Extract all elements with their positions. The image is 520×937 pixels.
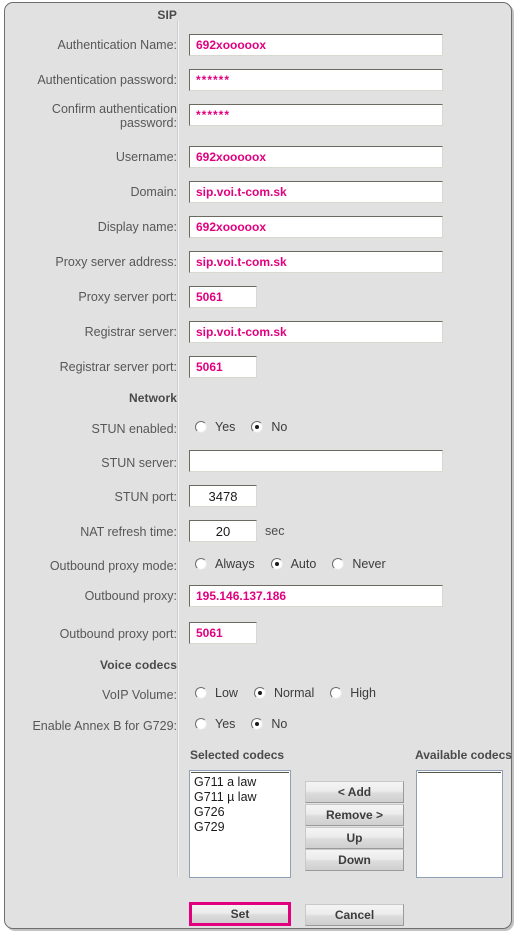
label-domain: Domain: <box>130 185 177 199</box>
listbox-available-codecs[interactable] <box>416 770 503 878</box>
input-display-name[interactable] <box>189 216 443 238</box>
radio-label-volume-low: Low <box>215 686 238 700</box>
input-proxy-server-address[interactable] <box>189 251 443 273</box>
header-available-codecs: Available codecs <box>415 748 512 762</box>
set-button[interactable]: Set <box>189 902 291 926</box>
add-codec-button[interactable]: < Add <box>305 781 404 803</box>
remove-codec-button[interactable]: Remove > <box>305 804 404 826</box>
label-voip-volume: VoIP Volume: <box>102 688 177 702</box>
radio-option-volume-normal[interactable]: Normal <box>253 686 315 700</box>
listbox-selected-codecs[interactable]: G711 a law G711 µ law G726 G729 <box>189 770 291 878</box>
radio-option-outbound-never[interactable]: Never <box>332 557 386 571</box>
move-down-button[interactable]: Down <box>305 849 404 871</box>
label-annex-b: Enable Annex B for G729: <box>32 719 177 733</box>
input-registrar-server[interactable] <box>189 321 443 343</box>
radio-group-stun-enabled[interactable]: Yes No <box>195 420 303 434</box>
radio-label-stun-yes: Yes <box>215 420 236 434</box>
column-separator <box>177 21 179 877</box>
label-outbound-proxy: Outbound proxy: <box>84 589 177 603</box>
radio-icon-outbound-always[interactable] <box>195 558 207 570</box>
radio-label-annexb-yes: Yes <box>215 717 236 731</box>
label-outbound-proxy-mode: Outbound proxy mode: <box>49 559 177 573</box>
radio-icon-annexb-no[interactable] <box>251 718 264 730</box>
radio-option-volume-low[interactable]: Low <box>195 686 238 700</box>
label-authentication-password: Authentication password: <box>37 73 177 87</box>
radio-icon-volume-high[interactable] <box>330 687 343 699</box>
label-stun-server: STUN server: <box>101 456 177 470</box>
input-registrar-server-port[interactable] <box>189 356 257 378</box>
list-item[interactable]: G711 a law <box>194 775 289 790</box>
radio-label-volume-high: High <box>350 686 376 700</box>
input-proxy-server-port[interactable] <box>189 286 257 308</box>
input-nat-refresh-time[interactable] <box>189 520 257 542</box>
radio-icon-stun-no[interactable] <box>251 421 264 433</box>
section-title-network: Network <box>128 391 177 405</box>
radio-icon-outbound-never[interactable] <box>332 558 345 570</box>
unit-label-sec: sec <box>265 524 285 538</box>
label-nat-refresh-time: NAT refresh time: <box>80 525 177 539</box>
section-title-voice-codecs: Voice codecs <box>99 658 177 672</box>
label-stun-enabled: STUN enabled: <box>91 422 177 436</box>
input-authentication-name[interactable] <box>189 34 443 56</box>
radio-option-volume-high[interactable]: High <box>330 686 376 700</box>
radio-label-outbound-auto: Auto <box>290 557 317 571</box>
label-authentication-name: Authentication Name: <box>57 38 177 52</box>
label-proxy-server-port: Proxy server port: <box>78 290 177 304</box>
radio-icon-volume-low[interactable] <box>195 687 207 699</box>
radio-icon-outbound-auto[interactable] <box>270 558 283 570</box>
label-display-name: Display name: <box>97 220 177 234</box>
list-item[interactable]: G726 <box>194 805 289 820</box>
radio-group-annex-b[interactable]: Yes No <box>195 717 303 731</box>
radio-option-outbound-always[interactable]: Always <box>195 557 255 571</box>
label-registrar-server-port: Registrar server port: <box>59 360 177 374</box>
label-stun-port: STUN port: <box>114 490 177 504</box>
label-registrar-server: Registrar server: <box>84 325 177 339</box>
radio-label-outbound-never: Never <box>352 557 386 571</box>
input-authentication-password[interactable] <box>189 69 443 91</box>
input-domain[interactable] <box>189 181 443 203</box>
cancel-button[interactable]: Cancel <box>305 904 404 926</box>
input-outbound-proxy-port[interactable] <box>189 622 257 644</box>
radio-option-annexb-yes[interactable]: Yes <box>195 717 235 731</box>
radio-icon-volume-normal[interactable] <box>253 687 266 699</box>
radio-group-voip-volume[interactable]: Low Normal High <box>195 686 392 700</box>
label-username: Username: <box>115 150 177 164</box>
radio-label-volume-normal: Normal <box>273 686 315 700</box>
input-outbound-proxy[interactable] <box>189 585 443 607</box>
radio-icon-annexb-yes[interactable] <box>195 718 207 730</box>
list-item[interactable]: G711 µ law <box>194 790 289 805</box>
radio-option-outbound-auto[interactable]: Auto <box>270 557 317 571</box>
label-confirm-authentication-password: Confirm authentication password: <box>51 102 177 130</box>
move-up-button[interactable]: Up <box>305 827 404 849</box>
input-confirm-authentication-password[interactable] <box>189 104 443 126</box>
radio-option-stun-no[interactable]: No <box>251 420 287 434</box>
label-proxy-server-address: Proxy server address: <box>55 255 177 269</box>
radio-label-annexb-no: No <box>271 717 288 731</box>
radio-icon-stun-yes[interactable] <box>195 421 207 433</box>
settings-panel: SIP Authentication Name: Authentication … <box>4 2 512 929</box>
radio-label-outbound-always: Always <box>215 557 255 571</box>
header-selected-codecs: Selected codecs <box>190 748 285 762</box>
input-stun-port[interactable] <box>189 485 257 507</box>
list-item[interactable]: G729 <box>194 820 289 835</box>
radio-option-stun-yes[interactable]: Yes <box>195 420 235 434</box>
radio-label-stun-no: No <box>271 420 288 434</box>
radio-option-annexb-no[interactable]: No <box>251 717 287 731</box>
input-username[interactable] <box>189 146 443 168</box>
section-title-sip: SIP <box>157 8 177 22</box>
radio-group-outbound-proxy-mode[interactable]: Always Auto Never <box>195 557 402 571</box>
listbox-selected-codecs-inner: G711 a law G711 µ law G726 G729 <box>191 772 289 876</box>
label-outbound-proxy-port: Outbound proxy port: <box>59 627 177 641</box>
listbox-available-codecs-inner <box>418 772 501 876</box>
input-stun-server[interactable] <box>189 450 443 472</box>
